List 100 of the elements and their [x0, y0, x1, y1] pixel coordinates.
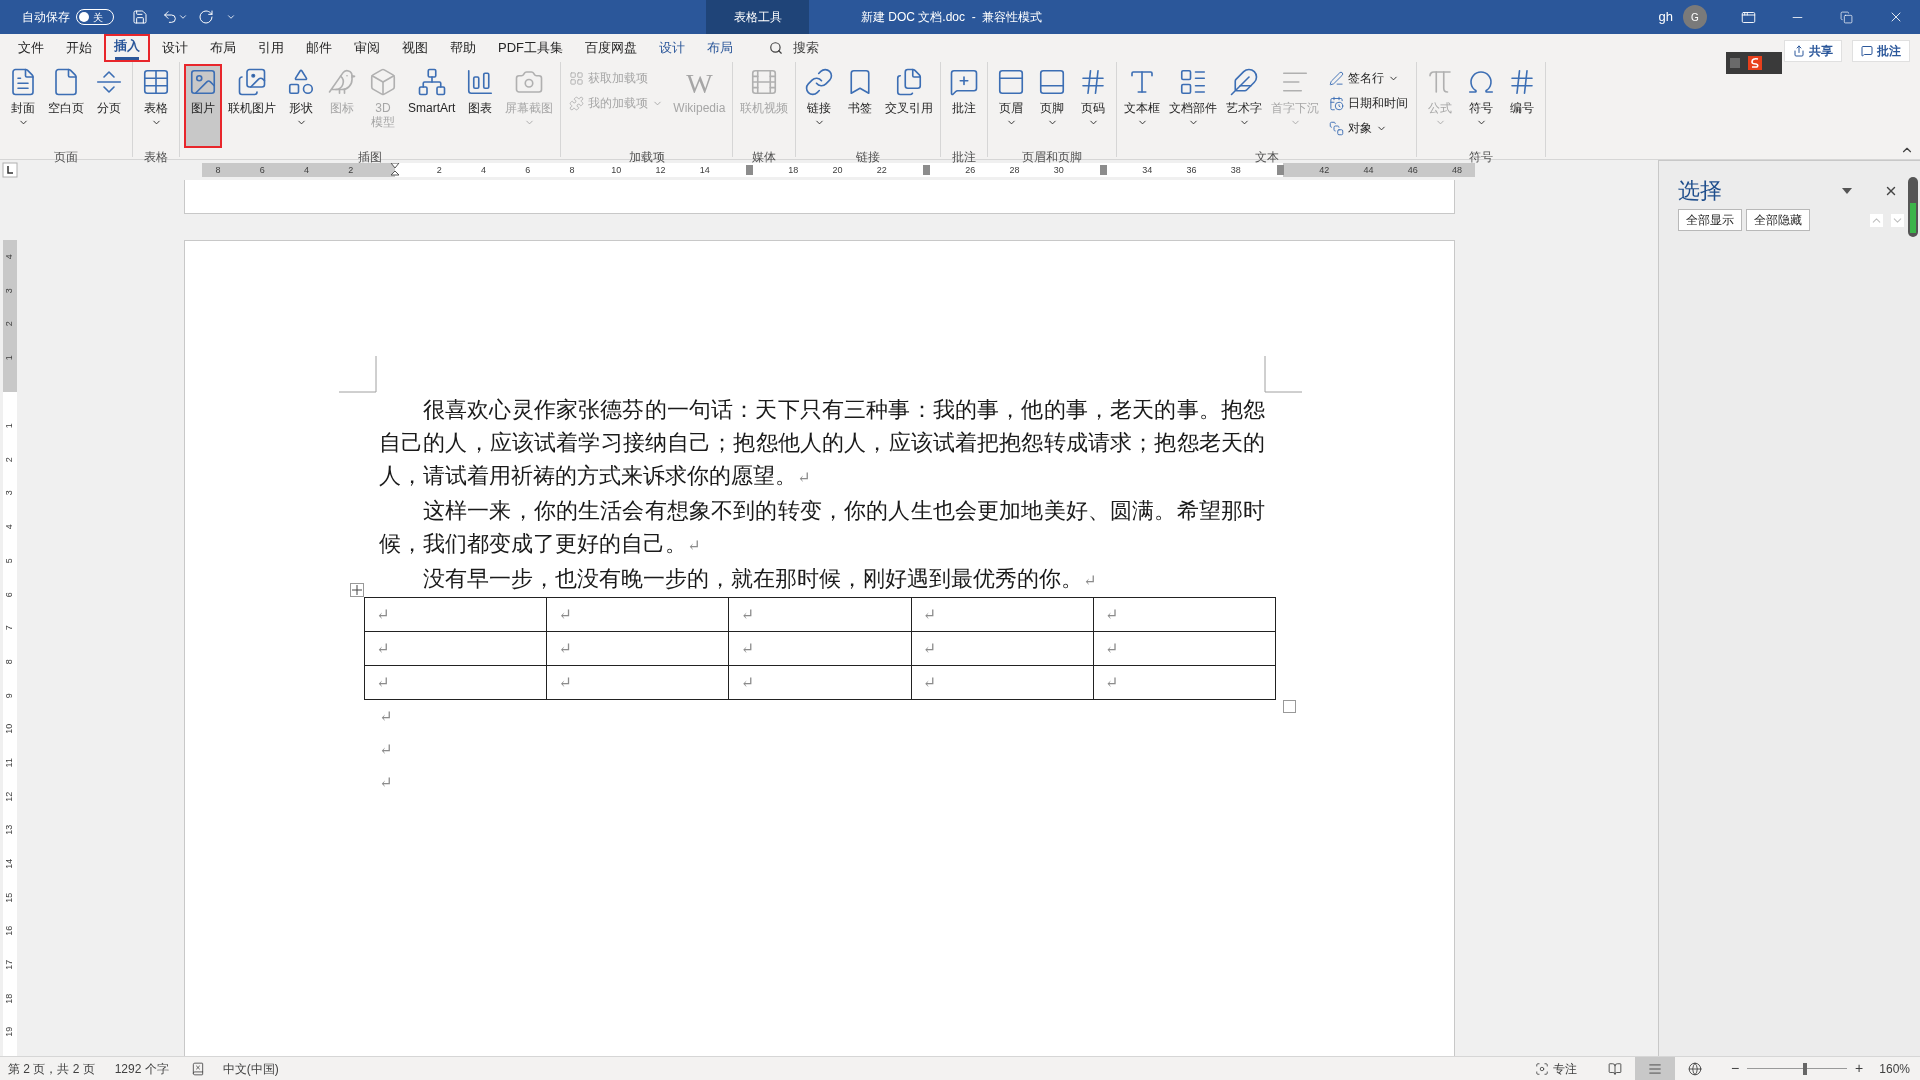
search-field[interactable]: 搜索	[769, 38, 819, 58]
ribbon-button[interactable]: 交叉引用	[882, 64, 937, 148]
zoom-slider-thumb[interactable]	[1803, 1062, 1808, 1075]
table-resize-handle-icon[interactable]	[1283, 700, 1296, 713]
puzzle-icon	[569, 95, 585, 111]
page-count[interactable]: 第 2 页，共 2 页	[8, 1059, 95, 1078]
body-paragraph: 很喜欢心灵作家张德芬的一句话：天下只有三种事：我的事，他的事，老天的事。抱怨自己的人，应该试着学习接纳自己；抱怨他人的人，应该试着把抱怨转成请求；抱怨老天的人，请试着用祈祷的方式来诉求你的愿望。↵	[379, 396, 1265, 490]
ribbon-button[interactable]: 文本框	[1121, 64, 1164, 148]
zoom-in-button[interactable]: +	[1855, 1058, 1864, 1079]
zoom-out-button[interactable]: −	[1730, 1058, 1740, 1079]
indent-marker-icon[interactable]	[390, 163, 401, 177]
ruler-number: 36	[1186, 164, 1197, 177]
table-move-handle-icon[interactable]	[350, 583, 364, 597]
ribbon-button[interactable]: 图片	[184, 64, 222, 148]
pane-button[interactable]: 全部显示	[1678, 209, 1742, 231]
ribbon-button[interactable]: 书签	[841, 64, 880, 148]
ribbon-tab[interactable]: 布局	[200, 34, 246, 62]
picture-icon	[188, 67, 218, 97]
ribbon-tab[interactable]: 审阅	[344, 34, 390, 62]
ribbon-button[interactable]: 联机图片	[225, 64, 279, 148]
comment-icon	[949, 67, 980, 97]
ribbon-tab[interactable]: 邮件	[296, 34, 342, 62]
zoom-slider[interactable]	[1747, 1062, 1848, 1075]
group-label: 媒体	[751, 149, 778, 166]
column-marker-icon[interactable]	[922, 165, 930, 175]
ribbon-small-button[interactable]: 签名行	[1325, 68, 1413, 88]
language-label[interactable]: 中文(中国)	[222, 1059, 279, 1078]
column-marker-icon[interactable]	[1276, 165, 1284, 175]
focus-button[interactable]: 专注	[1534, 1059, 1577, 1078]
ribbon-button[interactable]: 符号	[1462, 64, 1501, 148]
ruler-number: 2	[436, 164, 442, 177]
ribbon-button[interactable]: 表格	[137, 64, 175, 148]
ribbon-button[interactable]: 编号	[1503, 64, 1542, 148]
close-icon[interactable]	[1884, 184, 1898, 198]
ribbon-button[interactable]: 页脚	[1033, 64, 1072, 148]
table-cell[interactable]: ↵	[364, 597, 547, 632]
ruler-number: 4	[304, 164, 310, 177]
paragraph-mark: ↵	[379, 739, 393, 761]
ribbon-button[interactable]: SmartArt	[405, 64, 459, 148]
ribbon-button[interactable]: 分页	[90, 64, 128, 148]
ruler-number: 2	[3, 457, 16, 463]
ribbon-button[interactable]: 形状	[282, 64, 320, 148]
table-cell[interactable]: ↵	[364, 631, 547, 666]
ruler-number: 14	[699, 164, 710, 177]
ribbon-display-icon[interactable]	[1741, 9, 1756, 25]
ruler-number: 20	[832, 164, 843, 177]
ruler-number: 13	[3, 825, 16, 836]
autosave-label: 自动保存	[22, 9, 70, 26]
restore-icon[interactable]	[1840, 10, 1853, 24]
ribbon-tab[interactable]: 设计	[649, 34, 695, 62]
ruler-number: 1	[3, 355, 16, 361]
ribbon-small-button[interactable]: 日期和时间	[1325, 93, 1413, 113]
ruler-number: 8	[215, 164, 221, 177]
customize-icon[interactable]	[226, 12, 236, 22]
ribbon-tab[interactable]: PDF工具集	[488, 34, 573, 62]
table-cell[interactable]: ↵	[364, 665, 547, 700]
table-grid-icon	[141, 67, 171, 97]
ribbon-button[interactable]: 图表	[461, 64, 500, 148]
zoom-level[interactable]: 160%	[1879, 1059, 1910, 1078]
ruler-number: 46	[1407, 164, 1418, 177]
column-marker-icon[interactable]	[1099, 165, 1107, 175]
ruler-number: 1	[3, 423, 16, 429]
ribbon-button[interactable]: 链接	[800, 64, 839, 148]
ime-toolbar-icon[interactable]	[1726, 52, 1782, 74]
redo-icon[interactable]	[198, 9, 214, 25]
ruler-number: 15	[3, 892, 16, 903]
proofing-icon[interactable]	[190, 1061, 205, 1076]
ribbon-tab[interactable]: 布局	[697, 34, 743, 62]
ribbon-button[interactable]: 艺术字	[1223, 64, 1266, 148]
ribbon-tab[interactable]: 视图	[392, 34, 438, 62]
view-button[interactable]	[1634, 1056, 1675, 1080]
word-count[interactable]: 1292 个字	[114, 1059, 169, 1078]
caret-icon[interactable]	[178, 12, 188, 22]
ribbon-button[interactable]: 文档部件	[1166, 64, 1221, 148]
column-marker-icon[interactable]	[745, 165, 753, 175]
ruler-number: 8	[569, 164, 575, 177]
comments-button[interactable]: 批注	[1852, 40, 1910, 62]
share-button[interactable]: 共享	[1784, 40, 1842, 62]
ribbon-tab[interactable]: 设计	[152, 34, 198, 62]
save-icon[interactable]	[132, 9, 148, 25]
ribbon-tab[interactable]: 百度网盘	[575, 34, 647, 62]
pane-button[interactable]: 全部隐藏	[1746, 209, 1810, 231]
ribbon-small-button[interactable]: 对象	[1325, 118, 1413, 138]
ribbon-tab[interactable]: 文件	[8, 34, 54, 62]
undo-icon[interactable]	[162, 9, 178, 25]
ribbon-button[interactable]: 空白页	[45, 64, 87, 148]
ribbon-tab[interactable]: 开始	[56, 34, 102, 62]
ribbon-tab[interactable]: 插入	[104, 34, 150, 62]
ribbon-button[interactable]: 页码	[1074, 64, 1113, 148]
user-avatar[interactable]: G	[1683, 5, 1707, 29]
ribbon-tab[interactable]: 引用	[248, 34, 294, 62]
ribbon-button[interactable]: 批注	[945, 64, 984, 148]
tab-selector-icon[interactable]	[0, 160, 20, 180]
ribbon-button[interactable]: 页眉	[992, 64, 1031, 148]
body-paragraph: 这样一来，你的生活会有想象不到的转变，你的人生也会更加地美好、圆满。希望那时候，我们都变成了更好的自己。↵	[379, 497, 1265, 558]
ribbon-tab[interactable]: 帮助	[440, 34, 486, 62]
paragraph-mark: ↵	[379, 706, 393, 728]
ruler-number: 10	[611, 164, 622, 177]
pane-options-icon[interactable]	[1842, 188, 1852, 194]
ribbon-button[interactable]: 封面	[4, 64, 42, 148]
